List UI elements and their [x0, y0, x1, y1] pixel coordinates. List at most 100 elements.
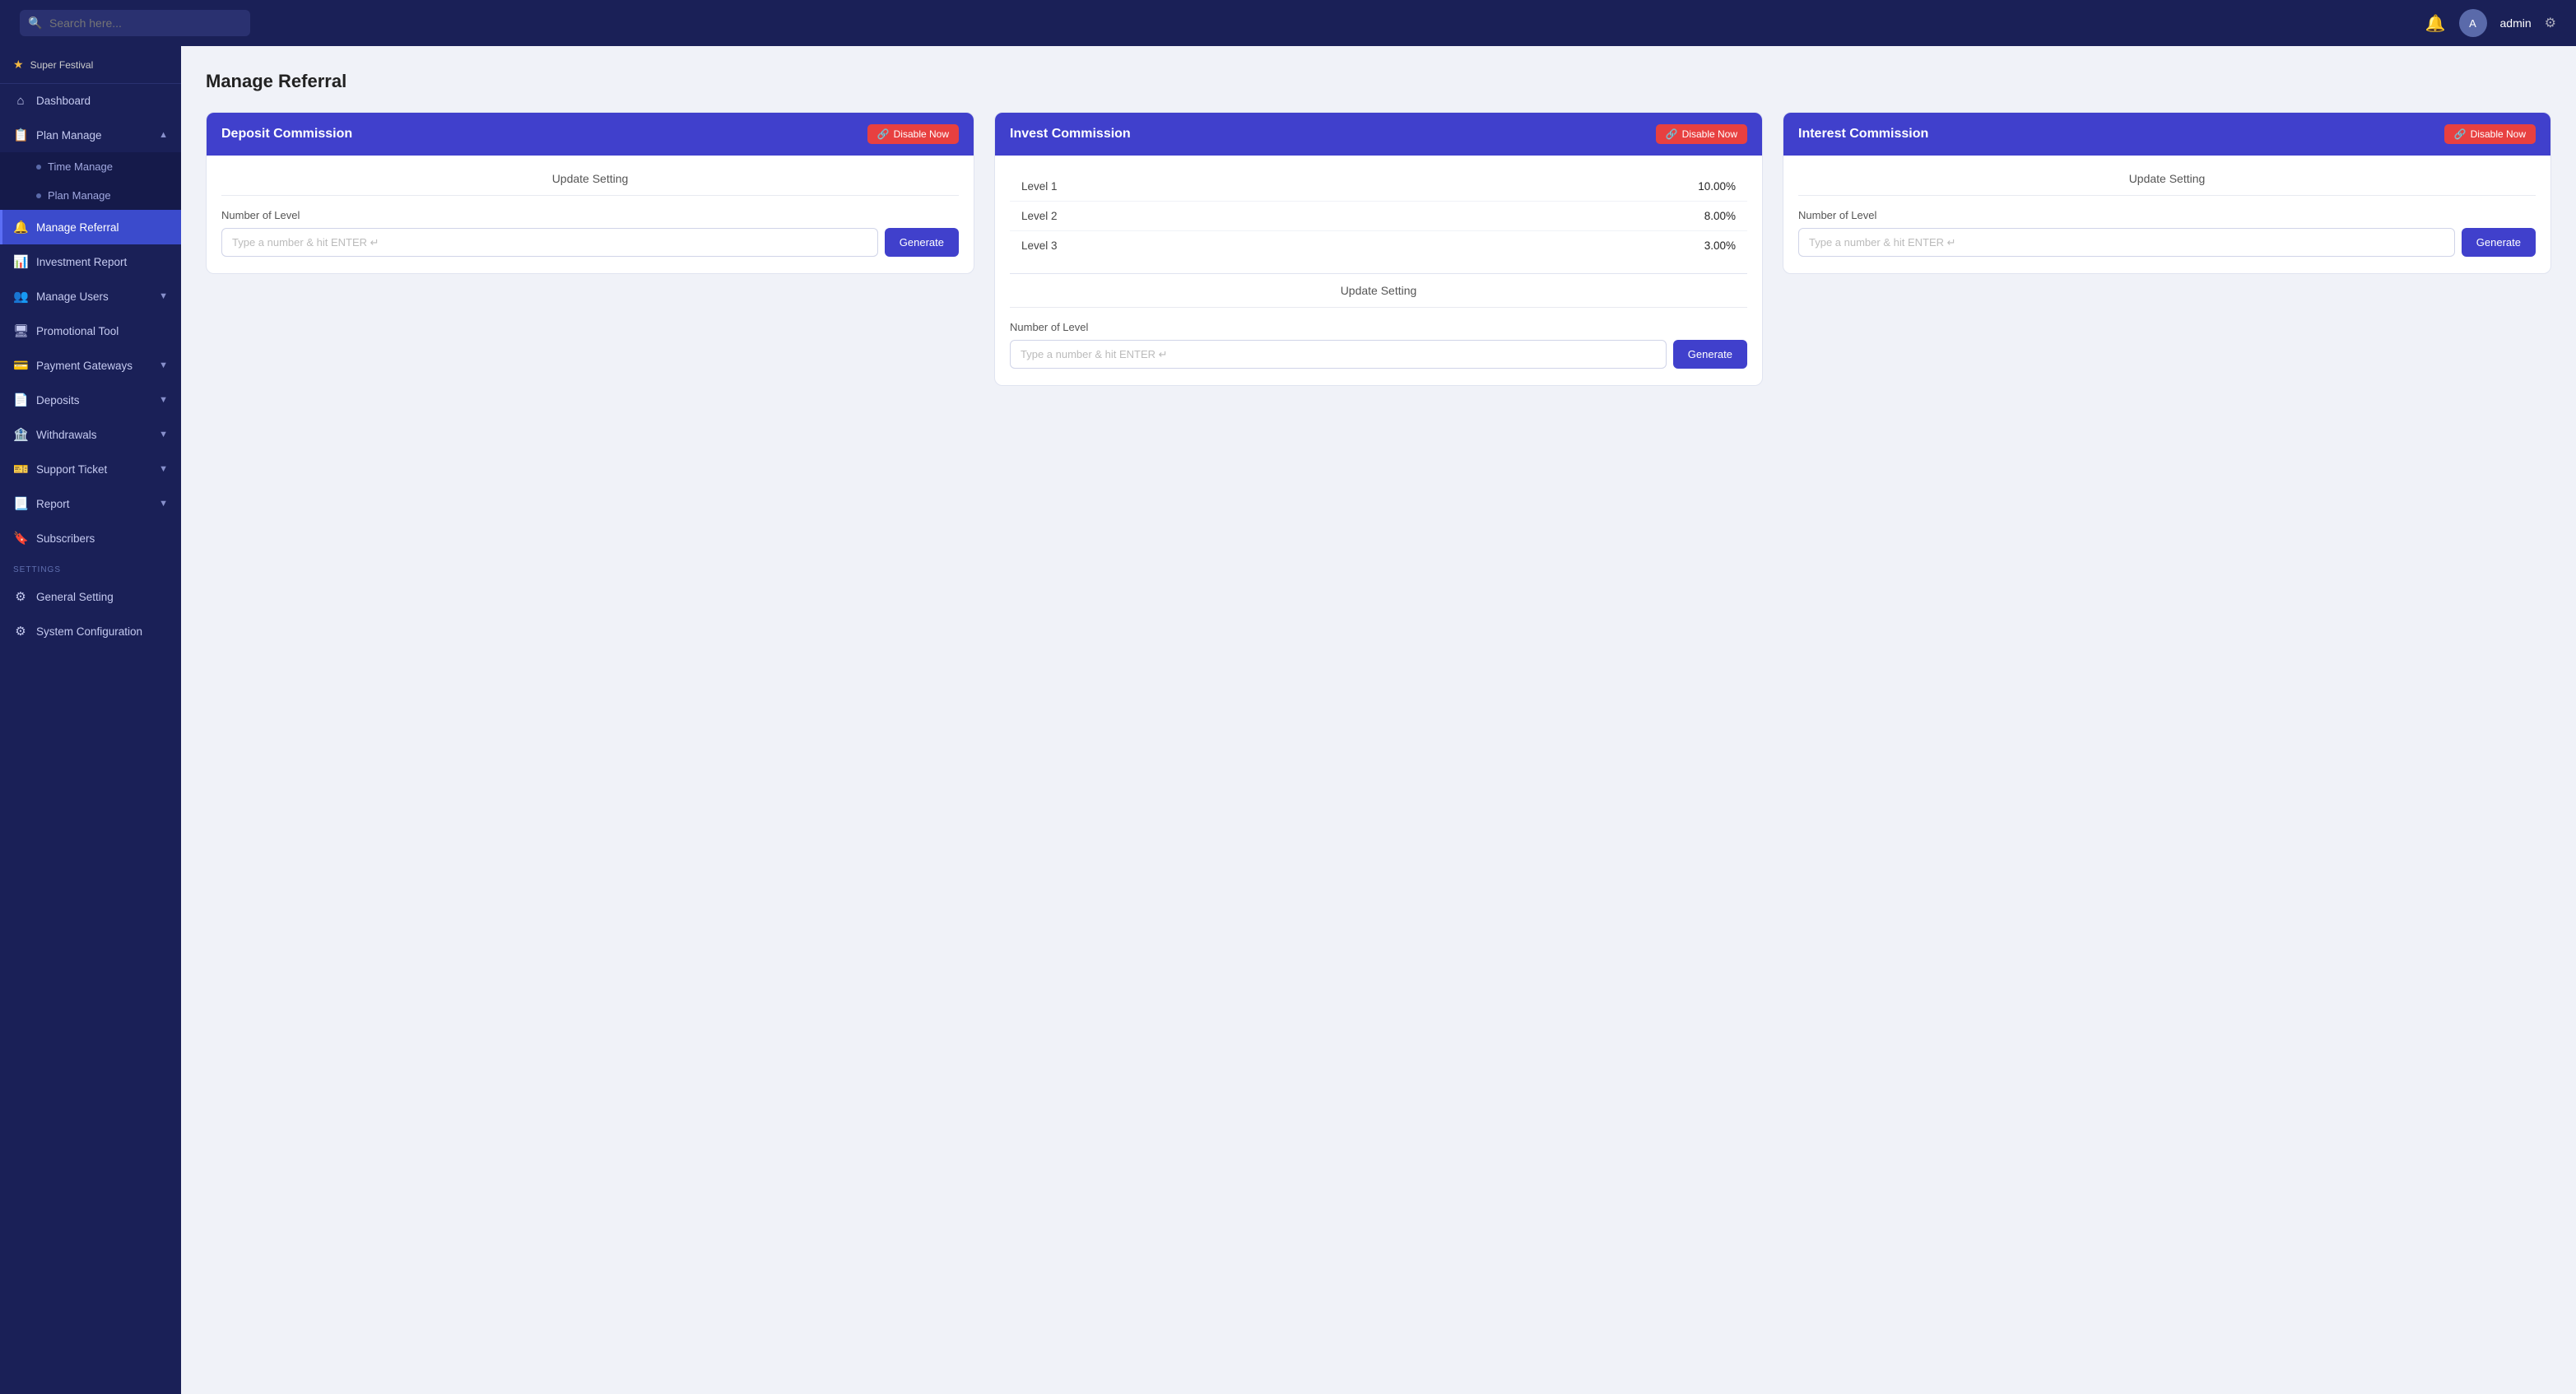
sidebar-item-label: Deposits — [36, 394, 151, 407]
plan-manage-submenu: Time Manage Plan Manage — [0, 152, 181, 210]
main-content: Manage Referral Deposit Commission 🔗 Dis… — [181, 46, 2576, 1394]
disable-btn-label: Disable Now — [894, 128, 949, 140]
sidebar-item-deposits[interactable]: 📄 Deposits ▼ — [0, 383, 181, 417]
deposit-commission-title: Deposit Commission — [221, 127, 352, 142]
invest-update-setting-title: Update Setting — [1010, 284, 1747, 308]
interest-commission-title: Interest Commission — [1798, 127, 1928, 142]
sidebar-item-label: Investment Report — [36, 256, 168, 268]
disable-btn-label: Disable Now — [2471, 128, 2526, 140]
sidebar-item-payment-gateways[interactable]: 💳 Payment Gateways ▼ — [0, 348, 181, 383]
sidebar-item-plan-manage-sub[interactable]: Plan Manage — [0, 181, 181, 210]
interest-commission-header: Interest Commission 🔗 Disable Now — [1783, 113, 2550, 156]
chevron-down-icon: ▼ — [159, 499, 168, 509]
sidebar-item-label: Report — [36, 498, 151, 510]
chevron-down-icon: ▼ — [159, 360, 168, 370]
level-label: Level 2 — [1021, 210, 1058, 222]
admin-name: admin — [2500, 16, 2532, 30]
promo-icon: 🖥 — [13, 323, 28, 338]
sidebar-item-subscribers[interactable]: 🔖 Subscribers — [0, 521, 181, 555]
sidebar-item-label: Dashboard — [36, 95, 168, 107]
report-icon: 📃 — [13, 496, 28, 511]
page-title: Manage Referral — [206, 71, 2551, 92]
interest-field-label: Number of Level — [1798, 209, 2536, 221]
deposit-commission-header: Deposit Commission 🔗 Disable Now — [207, 113, 974, 156]
level-row: Level 1 10.00% — [1010, 172, 1747, 202]
sidebar-item-support-ticket[interactable]: 🎫 Support Ticket ▼ — [0, 452, 181, 486]
divider — [1010, 273, 1747, 274]
chevron-up-icon: ▲ — [159, 130, 168, 140]
sidebar-item-label: Plan Manage — [36, 129, 151, 142]
sidebar-item-promotional-tool[interactable]: 🖥 Promotional Tool — [0, 314, 181, 348]
chevron-down-icon: ▼ — [159, 430, 168, 439]
link-icon: 🔗 — [877, 128, 890, 140]
sub-item-label: Time Manage — [48, 160, 113, 173]
interest-level-input[interactable] — [1798, 228, 2455, 257]
sidebar-item-label: Manage Users — [36, 290, 151, 303]
sidebar-item-label: Payment Gateways — [36, 360, 151, 372]
sidebar-logo: ★ Super Festival — [0, 46, 181, 84]
level-row: Level 2 8.00% — [1010, 202, 1747, 231]
sidebar-item-plan-manage[interactable]: 📋 Plan Manage ▲ — [0, 118, 181, 152]
level-value: 8.00% — [1704, 210, 1736, 222]
level-label: Level 3 — [1021, 239, 1058, 252]
interest-update-setting-title: Update Setting — [1798, 172, 2536, 196]
interest-commission-body: Update Setting Number of Level Generate — [1783, 156, 2550, 273]
search-input[interactable] — [20, 10, 250, 36]
interest-commission-card: Interest Commission 🔗 Disable Now Update… — [1783, 112, 2551, 274]
chart-icon: 📊 — [13, 254, 28, 269]
disable-btn-label: Disable Now — [1682, 128, 1737, 140]
header-left: 🔍 — [20, 10, 250, 36]
interest-disable-button[interactable]: 🔗 Disable Now — [2444, 124, 2536, 144]
chevron-down-icon: ▼ — [159, 395, 168, 405]
sidebar-item-dashboard[interactable]: ⌂ Dashboard — [0, 84, 181, 118]
sidebar-item-withdrawals[interactable]: 🏦 Withdrawals ▼ — [0, 417, 181, 452]
deposits-icon: 📄 — [13, 393, 28, 407]
link-icon: 🔗 — [2454, 128, 2467, 140]
sidebar-item-manage-users[interactable]: 👥 Manage Users ▼ — [0, 279, 181, 314]
deposit-update-setting-title: Update Setting — [221, 172, 959, 196]
payment-icon: 💳 — [13, 358, 28, 373]
level-value: 10.00% — [1698, 180, 1736, 193]
deposit-generate-button[interactable]: Generate — [885, 228, 959, 257]
invest-field-label: Number of Level — [1010, 321, 1747, 333]
sidebar-item-label: System Configuration — [36, 625, 168, 638]
plan-icon: 📋 — [13, 128, 28, 142]
search-wrapper: 🔍 — [20, 10, 250, 36]
deposit-commission-body: Update Setting Number of Level Generate — [207, 156, 974, 273]
level-value: 3.00% — [1704, 239, 1736, 252]
invest-commission-title: Invest Commission — [1010, 127, 1131, 142]
home-icon: ⌂ — [13, 94, 28, 108]
bell-icon[interactable]: 🔔 — [2425, 13, 2446, 34]
interest-generate-button[interactable]: Generate — [2462, 228, 2536, 257]
deposit-disable-button[interactable]: 🔗 Disable Now — [867, 124, 959, 144]
sub-item-label: Plan Manage — [48, 189, 111, 202]
settings-gear-icon[interactable]: ⚙ — [2545, 15, 2556, 31]
invest-level-input[interactable] — [1010, 340, 1667, 369]
sidebar-item-manage-referral[interactable]: 🔔 Manage Referral — [0, 210, 181, 244]
invest-generate-button[interactable]: Generate — [1673, 340, 1747, 369]
layout: ★ Super Festival ⌂ Dashboard 📋 Plan Mana… — [0, 46, 2576, 1394]
sidebar-item-time-manage[interactable]: Time Manage — [0, 152, 181, 181]
sidebar-item-label: Promotional Tool — [36, 325, 168, 337]
settings-section-label: SETTINGS — [0, 555, 181, 579]
deposit-level-input[interactable] — [221, 228, 878, 257]
logo-text: Super Festival — [30, 59, 94, 71]
subscribers-icon: 🔖 — [13, 531, 28, 546]
ticket-icon: 🎫 — [13, 462, 28, 476]
sidebar-item-report[interactable]: 📃 Report ▼ — [0, 486, 181, 521]
sidebar-item-label: General Setting — [36, 591, 168, 603]
chevron-down-icon: ▼ — [159, 291, 168, 301]
sidebar-item-general-setting[interactable]: ⚙ General Setting — [0, 579, 181, 614]
invest-input-row: Generate — [1010, 340, 1747, 369]
dot-icon — [36, 165, 41, 170]
sidebar-item-system-configuration[interactable]: ⚙ System Configuration — [0, 614, 181, 648]
sidebar-item-label: Withdrawals — [36, 429, 151, 441]
logo-icon: ★ — [13, 58, 24, 72]
sidebar-item-label: Manage Referral — [36, 221, 168, 234]
sidebar-item-investment-report[interactable]: 📊 Investment Report — [0, 244, 181, 279]
invest-disable-button[interactable]: 🔗 Disable Now — [1656, 124, 1747, 144]
header-right: 🔔 A admin ⚙ — [2425, 9, 2556, 37]
interest-input-row: Generate — [1798, 228, 2536, 257]
sidebar-item-label: Support Ticket — [36, 463, 151, 476]
top-header: 🔍 🔔 A admin ⚙ — [0, 0, 2576, 46]
